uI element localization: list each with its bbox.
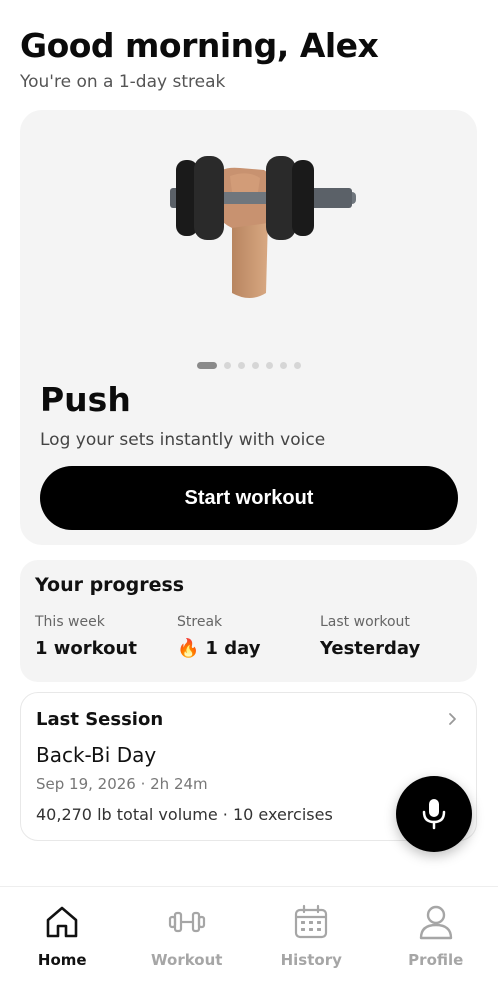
session-volume: 40,270 lb total volume · 10 exercises [36,805,333,824]
stat-label: This week [35,614,105,630]
carousel-dot[interactable] [223,362,231,369]
workout-hero-card[interactable]: Push Log your sets instantly with voice … [20,110,477,545]
carousel-dot[interactable] [196,362,217,369]
flame-icon: 🔥 [177,638,200,659]
session-name: Back-Bi Day [36,743,157,767]
stat-label: Last workout [320,614,410,630]
progress-card: Your progress This week 1 workout Streak… [20,560,477,682]
last-session-heading: Last Session [36,709,164,730]
voice-log-button[interactable] [396,776,472,852]
stat-value-text: Yesterday [320,638,421,659]
greeting-title: Good morning, Alex [20,26,379,65]
session-meta: Sep 19, 2026 · 2h 24m [36,775,208,793]
carousel-dot[interactable] [265,362,273,369]
workout-subtitle: Log your sets instantly with voice [40,430,326,450]
chevron-right-icon [449,713,456,725]
calendar-icon [295,904,328,939]
stat-last-workout: Last workout Yesterday [320,614,420,659]
tab-profile[interactable]: Profile [374,887,498,1008]
carousel-dot[interactable] [237,362,245,369]
bottom-tab-bar: Home Workout History Profile [0,886,498,1008]
stat-streak: Streak 🔥 1 day [177,614,260,659]
progress-title: Your progress [35,574,185,596]
dumbbell-icon [168,911,205,933]
tab-label: History [280,951,342,969]
stat-value: Yesterday [320,638,420,659]
workout-title: Push [40,380,131,419]
stat-value: 🔥 1 day [177,638,260,659]
tab-label: Profile [408,951,464,969]
stat-label: Streak [177,614,223,630]
tab-history[interactable]: History [249,887,374,1008]
header: Good morning, Alex You're on a 1-day str… [20,24,478,94]
carousel-dot[interactable] [251,362,259,369]
tab-home[interactable]: Home [0,887,125,1008]
stat-value-text: 1 day [205,638,261,659]
stat-value-text: 1 workout [35,638,137,659]
stat-this-week: This week 1 workout [35,614,137,659]
start-workout-button[interactable]: Start workout [40,466,458,530]
person-icon [419,905,452,940]
dumbbell-hand-icon [170,156,356,298]
carousel-dot[interactable] [279,362,287,369]
home-icon [46,906,78,938]
carousel-dot[interactable] [293,362,301,369]
tab-workout[interactable]: Workout [125,887,250,1008]
microphone-icon [422,799,446,830]
tab-label: Workout [151,951,223,969]
tab-label: Home [37,951,87,969]
stat-value: 1 workout [35,638,137,659]
carousel-dots[interactable] [20,362,477,369]
streak-subtitle: You're on a 1-day streak [20,72,226,92]
